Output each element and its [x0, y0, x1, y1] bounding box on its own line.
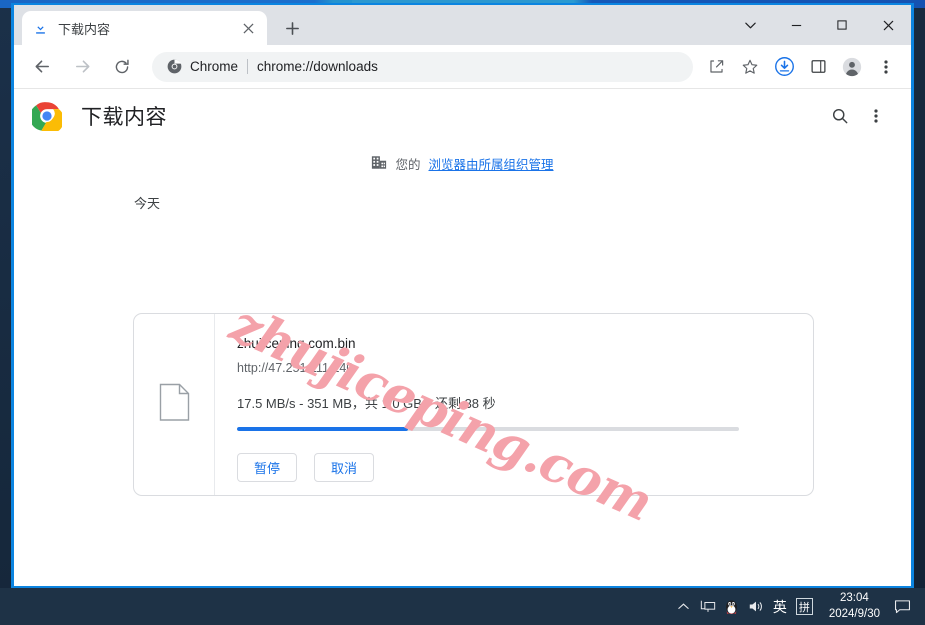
- qq-penguin-icon[interactable]: [720, 588, 744, 625]
- pause-button[interactable]: 暂停: [237, 453, 297, 482]
- network-icon[interactable]: [696, 588, 720, 625]
- omnibox-url-text: chrome://downloads: [257, 59, 378, 74]
- downloads-page: 下载内容 您的 浏览器由所属组织管理 今天 zhujiceping.com.bi…: [14, 89, 911, 586]
- three-dot-menu-icon[interactable]: [861, 101, 891, 131]
- page-title: 下载内容: [81, 106, 167, 129]
- forward-button[interactable]: [67, 52, 97, 82]
- tab-search-button[interactable]: [727, 5, 773, 45]
- download-file-icon-column: [134, 314, 215, 495]
- clock-time: 23:04: [840, 591, 869, 604]
- downloads-page-header: 下载内容: [14, 89, 911, 143]
- managed-banner-link[interactable]: 浏览器由所属组织管理: [429, 154, 554, 173]
- speaker-icon[interactable]: [744, 588, 768, 625]
- close-button[interactable]: [865, 5, 911, 45]
- ime-language-indicator[interactable]: 英: [768, 588, 792, 625]
- cancel-button[interactable]: 取消: [314, 453, 374, 482]
- downloads-date-group-label: 今天: [134, 196, 161, 211]
- star-icon[interactable]: [736, 53, 764, 81]
- three-dot-menu-icon[interactable]: [872, 53, 900, 81]
- omnibox-chip-label: Chrome: [190, 59, 239, 74]
- tab-title: 下载内容: [58, 21, 111, 37]
- download-filename[interactable]: zhujiceping.com.bin: [237, 336, 789, 351]
- reload-button[interactable]: [107, 52, 137, 82]
- chevron-up-icon[interactable]: [672, 588, 696, 625]
- download-progress-fill: [237, 427, 408, 431]
- address-bar[interactable]: Chrome chrome://downloads: [152, 51, 693, 82]
- clock-date: 2024/9/30: [828, 607, 880, 620]
- ime-mode-indicator[interactable]: 拼: [792, 588, 817, 625]
- download-icon: [32, 20, 49, 37]
- omnibox-separator: [247, 59, 249, 74]
- download-status-text: 17.5 MB/s - 351 MB，共 1.0 GB，还剩 38 秒: [237, 396, 496, 411]
- window-controls: [727, 5, 911, 45]
- search-icon[interactable]: [825, 101, 855, 131]
- browser-toolbar: Chrome chrome://downloads: [14, 45, 911, 89]
- minimize-button[interactable]: [773, 5, 819, 45]
- avatar-icon[interactable]: [838, 53, 866, 81]
- download-progress-bar: [237, 427, 739, 431]
- windows-taskbar: 英 拼 23:04 2024/9/30: [0, 588, 925, 625]
- back-button[interactable]: [27, 52, 57, 82]
- managed-banner-prefix: 您的: [395, 158, 421, 172]
- download-circle-icon[interactable]: [770, 53, 798, 81]
- chrome-browser-window: 下载内容 Chrome chrome://downloads 下载内容 您的 浏…: [11, 3, 914, 589]
- maximize-button[interactable]: [819, 5, 865, 45]
- managed-browser-banner: 您的 浏览器由所属组织管理: [14, 154, 911, 173]
- taskbar-clock[interactable]: 23:04 2024/9/30: [817, 591, 890, 622]
- download-item-details: zhujiceping.com.bin http://47.251.111.14…: [215, 314, 813, 495]
- side-panel-icon[interactable]: [804, 53, 832, 81]
- share-icon[interactable]: [702, 53, 730, 81]
- file-document-icon: [159, 383, 190, 426]
- new-tab-button[interactable]: [277, 13, 307, 43]
- download-item-card[interactable]: zhujiceping.com.bin http://47.251.111.14…: [133, 313, 814, 496]
- download-actions: 暂停 取消: [237, 453, 789, 482]
- enterprise-building-icon: [371, 155, 387, 173]
- tab-strip: 下载内容: [14, 5, 911, 45]
- chrome-logo-icon: [29, 101, 64, 134]
- download-source-url: http://47.251.111.140: [237, 361, 354, 375]
- close-icon[interactable]: [239, 19, 257, 37]
- notification-icon[interactable]: [890, 588, 919, 625]
- chrome-logo-icon: [166, 59, 182, 75]
- tab-downloads[interactable]: 下载内容: [22, 11, 267, 45]
